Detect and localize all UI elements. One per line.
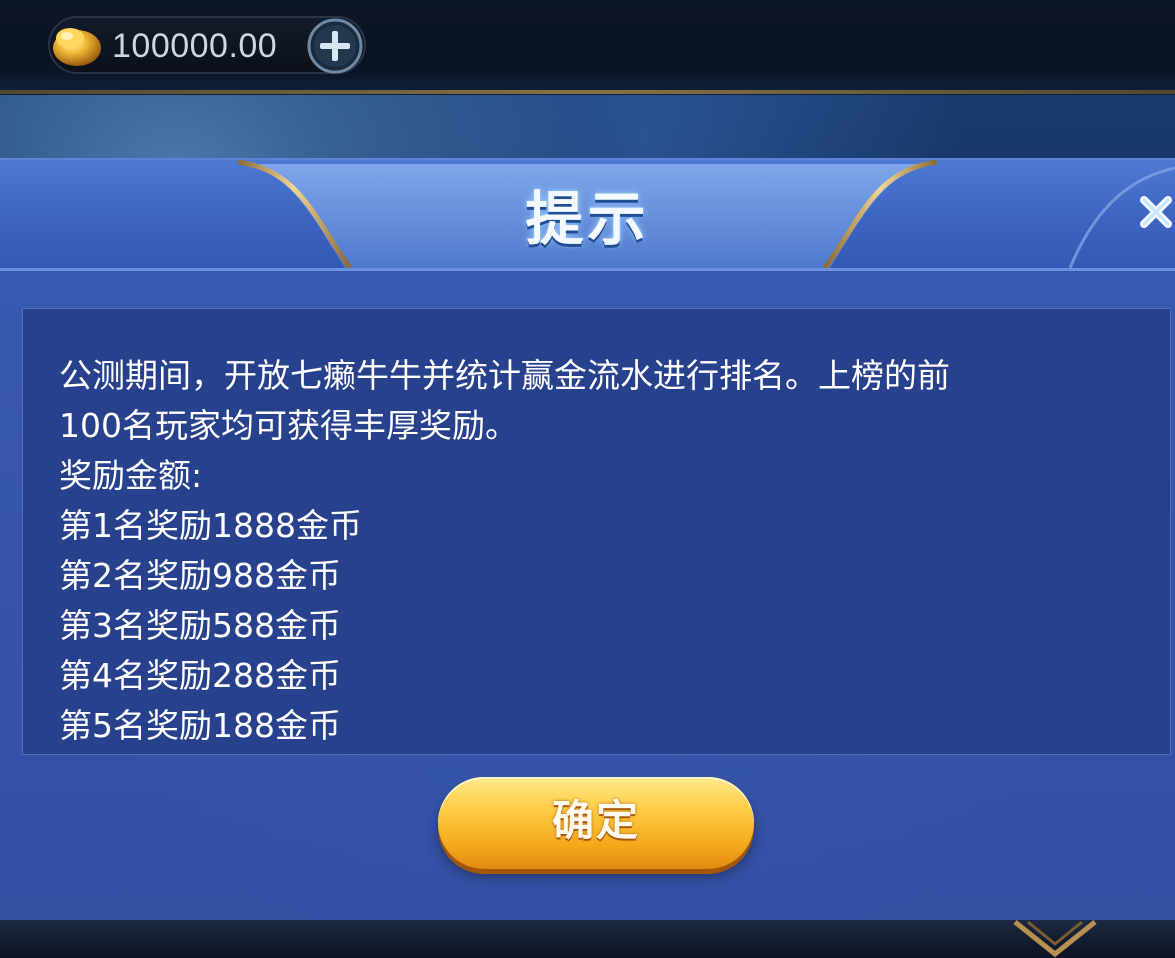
top-bar-divider [0, 90, 1175, 94]
notice-line: 第3名奖励588金币 [59, 606, 341, 645]
notice-line: 100名玩家均可获得丰厚奖励。 [59, 406, 518, 445]
confirm-button[interactable]: 确定 [438, 777, 754, 869]
dialog-title: 提示 [525, 185, 650, 253]
chevron-down-icon [1013, 920, 1097, 958]
bottom-bar [0, 920, 1175, 958]
notice-line: 第5名奖励188金币 [59, 706, 341, 745]
plus-icon[interactable] [307, 18, 363, 74]
notice-line: 第2名奖励988金币 [59, 556, 341, 595]
close-icon[interactable] [1138, 190, 1175, 246]
notice-line: 公测期间，开放七癞牛牛并统计赢金流水进行排名。上榜的前 [59, 356, 950, 395]
notice-line: 第1名奖励1888金币 [59, 506, 362, 545]
notice-line: 奖励金额: [59, 456, 203, 495]
gold-ingot-icon [53, 28, 101, 66]
notice-text: 公测期间，开放七癞牛牛并统计赢金流水进行排名。上榜的前 100名玩家均可获得丰厚… [59, 351, 1149, 751]
coin-balance: 100000.00 [112, 27, 278, 65]
notice-content: 公测期间，开放七癞牛牛并统计赢金流水进行排名。上榜的前 100名玩家均可获得丰厚… [22, 308, 1171, 755]
notice-line: 第4名奖励288金币 [59, 656, 341, 695]
scrolled-text-fragment [59, 321, 139, 331]
confirm-button-label: 确定 [551, 796, 640, 845]
notice-dialog: 提示 公测期间，开放七癞牛牛并统计赢金流水进行排名。上榜的前 100名玩家均可获… [0, 160, 1175, 920]
